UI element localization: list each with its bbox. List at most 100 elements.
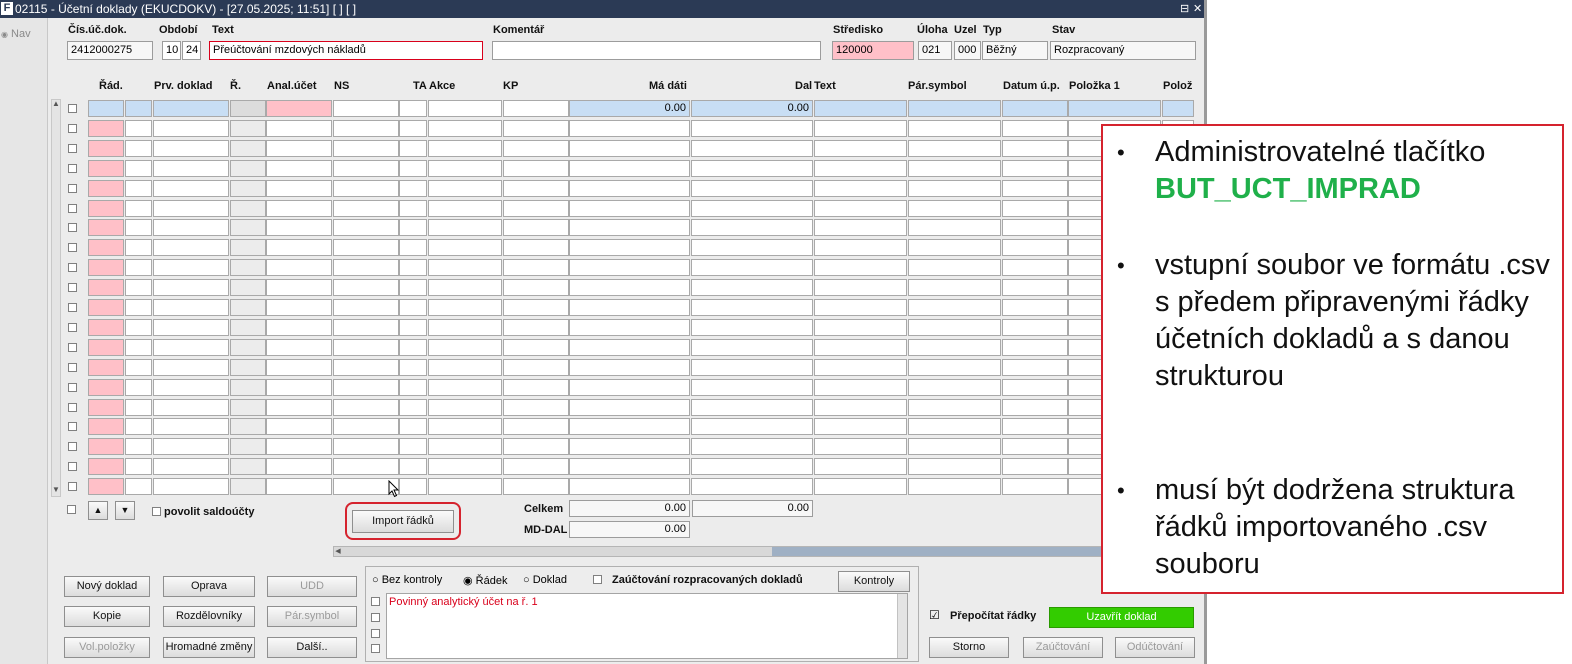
move-row-up-button[interactable]: ▲	[88, 501, 108, 520]
grid-cell[interactable]	[1002, 100, 1068, 117]
grid-cell[interactable]	[1002, 279, 1068, 297]
grid-cell[interactable]	[908, 219, 1001, 237]
grid-cell[interactable]	[399, 378, 427, 396]
grid-cell[interactable]	[428, 458, 502, 476]
grid-cell[interactable]	[333, 199, 399, 217]
grid-cell[interactable]	[333, 119, 399, 137]
grid-cell[interactable]	[428, 119, 502, 137]
grid-cell[interactable]	[266, 438, 332, 456]
grid-cell[interactable]	[503, 438, 569, 456]
grid-cell[interactable]	[569, 259, 690, 277]
grid-cell[interactable]	[691, 418, 813, 436]
grid-cell[interactable]	[333, 179, 399, 197]
bulk-changes-button[interactable]: Hromadné změny	[163, 637, 255, 658]
grid-cell[interactable]	[153, 179, 229, 197]
grid-cell[interactable]	[503, 100, 569, 117]
grid-cell[interactable]	[88, 318, 124, 336]
grid-cell[interactable]	[88, 119, 124, 137]
row-checkbox[interactable]	[68, 482, 77, 492]
grid-cell[interactable]	[266, 478, 332, 496]
grid-cell[interactable]	[1002, 239, 1068, 257]
grid-cell[interactable]	[814, 179, 907, 197]
grid-cell[interactable]	[230, 239, 266, 257]
grid-cell[interactable]	[333, 358, 399, 376]
grid-cell[interactable]	[125, 179, 152, 197]
grid-cell[interactable]	[230, 398, 266, 416]
grid-cell[interactable]	[125, 478, 152, 496]
grid-cell[interactable]	[691, 239, 813, 257]
grid-cell[interactable]	[569, 398, 690, 416]
grid-cell[interactable]	[399, 100, 427, 117]
grid-cell[interactable]	[569, 199, 690, 217]
grid-cell[interactable]	[691, 318, 813, 336]
grid-cell[interactable]	[503, 199, 569, 217]
grid-cell[interactable]	[230, 438, 266, 456]
grid-cell[interactable]	[230, 378, 266, 396]
grid-cell[interactable]	[266, 239, 332, 257]
grid-cell[interactable]	[266, 139, 332, 157]
grid-cell[interactable]	[153, 219, 229, 237]
grid-cell[interactable]	[428, 279, 502, 297]
grid-cell[interactable]	[125, 239, 152, 257]
grid-cell[interactable]	[691, 438, 813, 456]
grid-cell[interactable]	[1002, 458, 1068, 476]
grid-cell[interactable]	[908, 159, 1001, 177]
grid-cell[interactable]	[153, 279, 229, 297]
grid-cell[interactable]	[88, 378, 124, 396]
edit-button[interactable]: Oprava	[163, 576, 255, 597]
grid-cell[interactable]	[428, 199, 502, 217]
row-checkbox[interactable]	[68, 462, 77, 472]
grid-cell[interactable]	[569, 378, 690, 396]
pair-symbol-button[interactable]: Pár.symbol	[267, 606, 357, 627]
grid-cell[interactable]	[230, 478, 266, 496]
grid-cell[interactable]	[428, 100, 502, 117]
grid-cell[interactable]	[691, 338, 813, 356]
grid-cell[interactable]	[569, 299, 690, 316]
grid-cell[interactable]	[153, 338, 229, 356]
grid-cell[interactable]	[125, 279, 152, 297]
grid-cell[interactable]	[88, 219, 124, 237]
grid-cell[interactable]	[503, 279, 569, 297]
grid-cell[interactable]	[88, 279, 124, 297]
grid-cell[interactable]	[230, 179, 266, 197]
grid-cell[interactable]	[399, 438, 427, 456]
checks-button[interactable]: Kontroly	[838, 571, 910, 592]
grid-cell[interactable]	[333, 100, 399, 117]
grid-cell[interactable]	[125, 418, 152, 436]
grid-cell[interactable]	[230, 199, 266, 217]
grid-cell[interactable]	[125, 139, 152, 157]
grid-cell[interactable]	[569, 179, 690, 197]
storno-button[interactable]: Storno	[929, 637, 1009, 658]
grid-cell[interactable]	[266, 119, 332, 137]
grid-cell[interactable]	[1002, 478, 1068, 496]
grid-cell[interactable]	[814, 279, 907, 297]
grid-cell[interactable]	[503, 358, 569, 376]
grid-cell[interactable]	[333, 418, 399, 436]
grid-cell[interactable]	[428, 398, 502, 416]
grid-cell[interactable]	[88, 179, 124, 197]
grid-cell[interactable]	[266, 299, 332, 316]
grid-cell[interactable]	[88, 458, 124, 476]
grid-cell[interactable]	[503, 299, 569, 316]
grid-cell[interactable]	[125, 199, 152, 217]
grid-cell[interactable]	[125, 100, 152, 117]
grid-cell[interactable]	[88, 338, 124, 356]
grid-cell[interactable]	[399, 159, 427, 177]
grid-cell[interactable]	[230, 279, 266, 297]
grid-cell[interactable]	[691, 478, 813, 496]
udd-button[interactable]: UDD	[267, 576, 357, 597]
grid-cell[interactable]	[399, 239, 427, 257]
row-checkbox[interactable]	[68, 223, 77, 233]
grid-cell[interactable]	[569, 458, 690, 476]
grid-cell[interactable]	[153, 199, 229, 217]
grid-cell[interactable]	[908, 378, 1001, 396]
grid-cell[interactable]	[503, 398, 569, 416]
grid-cell[interactable]	[569, 119, 690, 137]
grid-cell[interactable]	[1002, 378, 1068, 396]
grid-cell[interactable]	[333, 259, 399, 277]
grid-cell[interactable]	[399, 418, 427, 436]
grid-cell[interactable]	[153, 458, 229, 476]
message-checkbox[interactable]	[371, 644, 380, 653]
grid-cell[interactable]	[908, 338, 1001, 356]
unpost-button[interactable]: Odúčtování	[1115, 637, 1195, 658]
